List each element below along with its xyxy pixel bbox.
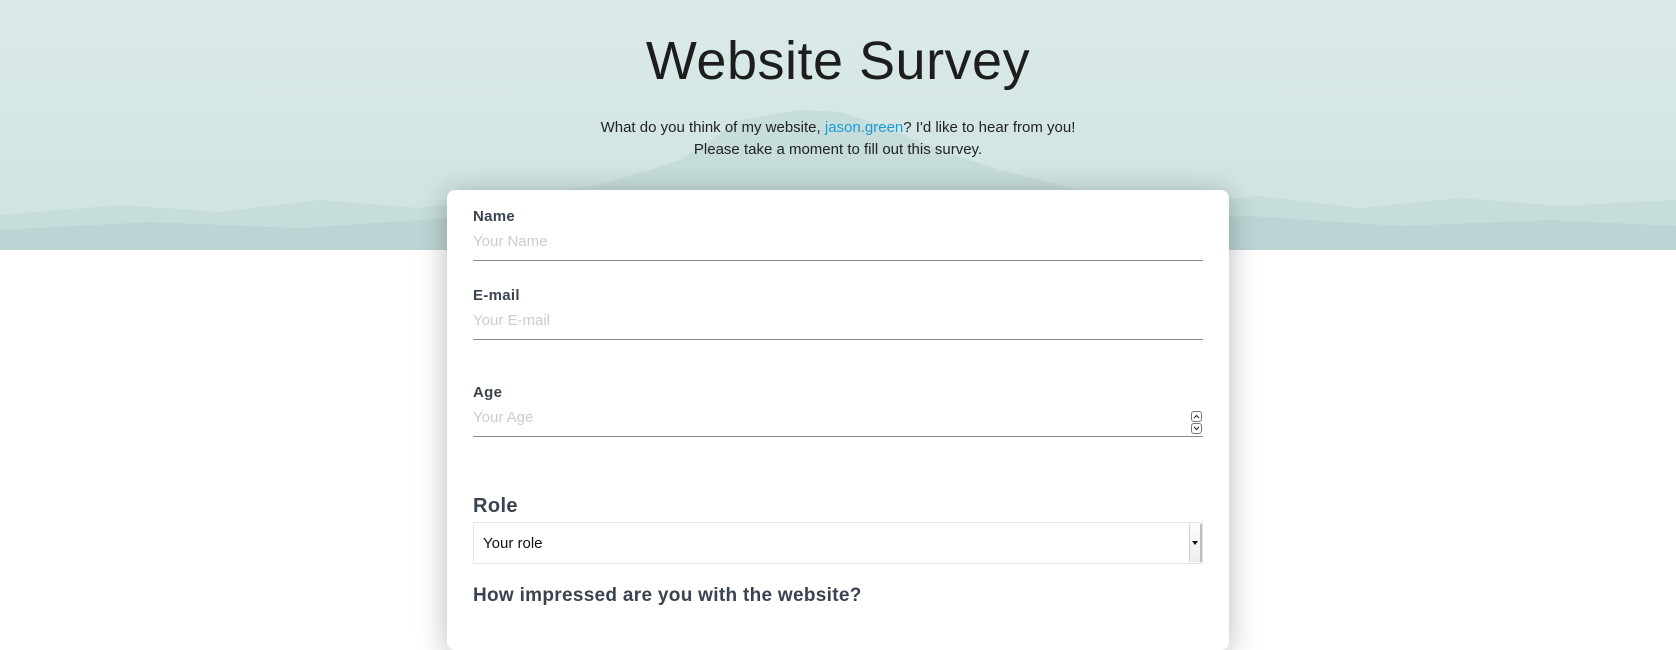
age-field-group: Age xyxy=(473,384,1203,437)
email-label: E-mail xyxy=(473,287,520,304)
caret-down-icon[interactable] xyxy=(1189,524,1202,562)
name-field-group: Name xyxy=(473,208,1203,261)
impression-question: How impressed are you with the website? xyxy=(473,585,862,606)
email-input[interactable] xyxy=(473,308,1203,340)
age-label: Age xyxy=(473,384,503,401)
intro-prefix: What do you think of my website, xyxy=(600,119,825,136)
chevron-down-icon[interactable] xyxy=(1191,423,1202,434)
chevron-up-icon[interactable] xyxy=(1191,411,1202,422)
intro-text: What do you think of my website, jason.g… xyxy=(0,117,1676,161)
role-select[interactable]: Your role xyxy=(473,522,1203,564)
age-spinner[interactable] xyxy=(1191,411,1203,435)
age-input[interactable] xyxy=(473,405,1203,437)
name-input[interactable] xyxy=(473,229,1203,261)
role-heading: Role xyxy=(473,495,518,517)
survey-form-card: Name E-mail Age Role Your role How impre… xyxy=(447,190,1229,650)
name-label: Name xyxy=(473,208,516,225)
username-link[interactable]: jason.green xyxy=(825,119,903,136)
email-field-group: E-mail xyxy=(473,287,1203,340)
intro-line-2: Please take a moment to fill out this su… xyxy=(693,141,983,158)
role-selected-value: Your role xyxy=(483,535,543,552)
page-title: Website Survey xyxy=(645,31,1031,91)
intro-suffix: ? I'd like to hear from you! xyxy=(903,119,1076,136)
